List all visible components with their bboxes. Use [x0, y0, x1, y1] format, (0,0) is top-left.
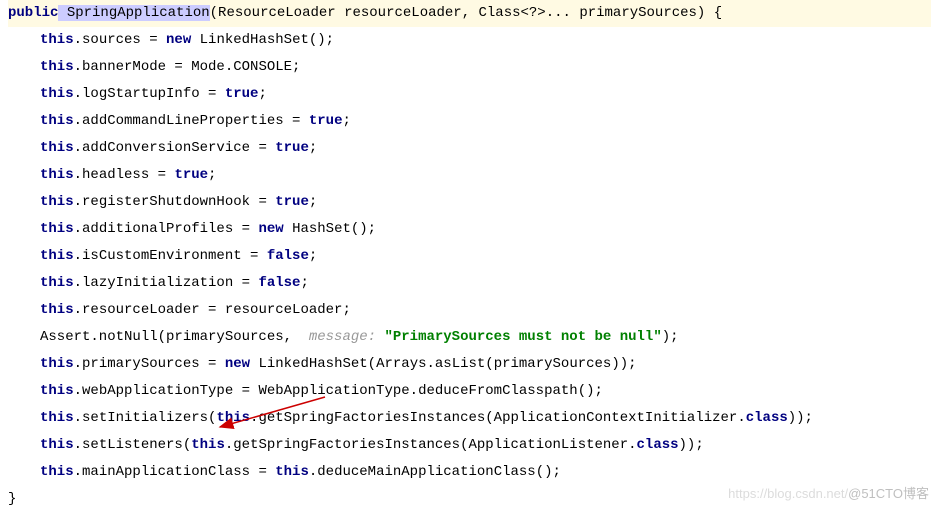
code-line: this.headless = true; — [8, 162, 931, 189]
selection: SpringApplication — [58, 5, 209, 21]
code-line: this.logStartupInfo = true; — [8, 81, 931, 108]
watermark: https://blog.csdn.net/@51CTO博客 — [728, 480, 929, 507]
code-line: this.setListeners(this.getSpringFactorie… — [8, 432, 931, 459]
code-line: this.additionalProfiles = new HashSet(); — [8, 216, 931, 243]
code-line: this.addConversionService = true; — [8, 135, 931, 162]
code-line: this.isCustomEnvironment = false; — [8, 243, 931, 270]
code-line: Assert.notNull(primarySources, message: … — [8, 324, 931, 351]
code-editor[interactable]: public SpringApplication(ResourceLoader … — [0, 0, 939, 513]
code-line: this.webApplicationType = WebApplication… — [8, 378, 931, 405]
keyword-public: public — [8, 5, 58, 21]
code-line: this.registerShutdownHook = true; — [8, 189, 931, 216]
code-line: public SpringApplication(ResourceLoader … — [8, 0, 931, 27]
string-literal: "PrimarySources must not be null" — [384, 329, 661, 345]
code-line: this.lazyInitialization = false; — [8, 270, 931, 297]
code-line: this.sources = new LinkedHashSet(); — [8, 27, 931, 54]
code-line: this.bannerMode = Mode.CONSOLE; — [8, 54, 931, 81]
param-hint: message: — [300, 329, 384, 345]
code-line: this.setInitializers(this.getSpringFacto… — [8, 405, 931, 432]
code-line: this.resourceLoader = resourceLoader; — [8, 297, 931, 324]
code-line: this.addCommandLineProperties = true; — [8, 108, 931, 135]
code-line: this.primarySources = new LinkedHashSet(… — [8, 351, 931, 378]
